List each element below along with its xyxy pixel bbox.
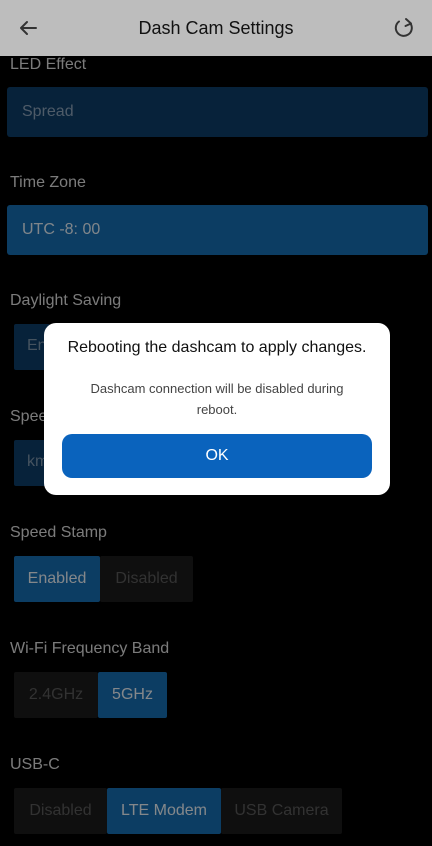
reboot-dialog-message: Dashcam connection will be disabled duri… <box>90 381 344 417</box>
reboot-dialog-title: Rebooting the dashcam to apply changes. <box>67 339 367 356</box>
reboot-dialog: Rebooting the dashcam to apply changes. … <box>44 323 390 495</box>
refresh-icon[interactable] <box>390 14 418 42</box>
arrow-left-icon[interactable] <box>14 14 42 42</box>
ok-button[interactable]: OK <box>62 434 372 478</box>
page-title: Dash Cam Settings <box>138 17 294 38</box>
app-header: Dash Cam Settings <box>0 0 432 56</box>
